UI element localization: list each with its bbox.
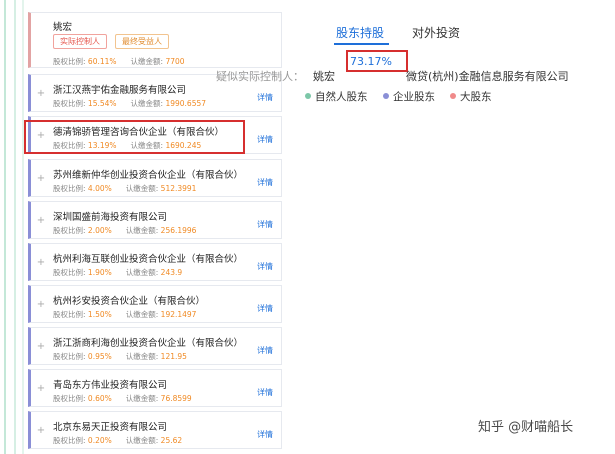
detail-link[interactable]: 详情 (257, 429, 273, 440)
tab-shareholding[interactable]: 股东持股 (336, 24, 384, 41)
share-ratio: 60.11% (87, 57, 117, 66)
detail-link[interactable]: 详情 (257, 345, 273, 356)
expand-icon[interactable]: + (36, 174, 46, 184)
share-ratio: 15.54% (87, 99, 117, 108)
expand-icon[interactable]: + (36, 131, 46, 141)
red-dot-icon (450, 93, 456, 99)
expand-icon[interactable]: + (36, 426, 46, 436)
shareholder-card[interactable]: + 杭州利海互联创业投资合伙企业（有限合伙） 股权比例: 1.90% 认缴金额: … (28, 243, 282, 281)
legend-enterprise: 企业股东 (383, 89, 435, 103)
shareholder-card[interactable]: + 杭州衫安投资合伙企业（有限合伙） 股权比例: 1.50% 认缴金额: 192.… (28, 285, 282, 323)
shareholder-meta: 股权比例: 0.95% 认缴金额: 121.95 (53, 352, 187, 361)
shareholder-name: 杭州衫安投资合伙企业（有限合伙） (53, 296, 206, 307)
expand-icon[interactable]: + (36, 384, 46, 394)
subscribed-amount: 243.9 (160, 268, 183, 277)
actual-controller-tag: 实际控制人 (53, 34, 107, 49)
shareholder-name: 德清锦骄管理咨询合伙企业（有限合伙） (53, 127, 225, 138)
shareholder-name: 北京东易天正投资有限公司 (53, 422, 168, 433)
shareholder-card[interactable]: + 北京东易天正投资有限公司 股权比例: 0.20% 认缴金额: 25.62 详情 (28, 411, 282, 449)
subscribed-amount: 256.1996 (160, 226, 197, 235)
detail-link[interactable]: 详情 (257, 219, 273, 230)
subscribed-amount: 1690.245 (165, 141, 202, 150)
share-ratio: 0.60% (87, 394, 112, 403)
shareholder-meta: 股权比例: 15.54% 认缴金额: 1990.6557 (53, 99, 207, 108)
detail-link[interactable]: 详情 (257, 177, 273, 188)
subscribed-amount: 121.95 (160, 352, 187, 361)
share-ratio: 1.90% (87, 268, 112, 277)
share-ratio: 0.95% (87, 352, 112, 361)
shareholder-name: 浙江汉燕宇佑金融服务有限公司 (53, 85, 187, 96)
expand-icon[interactable]: + (36, 300, 46, 310)
tree-connector (4, 0, 6, 454)
legend-major: 大股东 (450, 89, 492, 103)
shareholder-meta: 股权比例: 0.60% 认缴金额: 76.8599 (53, 394, 192, 403)
controller-percent: 73.17% (350, 55, 392, 68)
tab-investment[interactable]: 对外投资 (412, 24, 460, 41)
share-ratio: 0.20% (87, 436, 112, 445)
shareholder-name: 苏州维新仲华创业投资合伙企业（有限合伙） (53, 170, 244, 181)
expand-icon[interactable]: + (36, 258, 46, 268)
expand-icon[interactable]: + (36, 89, 46, 99)
shareholder-name: 青岛东方伟业投资有限公司 (53, 380, 168, 391)
tree-connector (14, 0, 16, 454)
green-dot-icon (305, 93, 311, 99)
subscribed-amount: 76.8599 (160, 394, 192, 403)
share-ratio: 4.00% (87, 184, 112, 193)
shareholder-name: 姚宏 (53, 22, 73, 33)
shareholder-name: 杭州利海互联创业投资合伙企业（有限合伙） (53, 254, 244, 265)
shareholder-meta: 股权比例: 13.19% 认缴金额: 1690.245 (53, 141, 202, 150)
expand-icon[interactable]: + (36, 216, 46, 226)
shareholder-card[interactable]: + 浙江浙商利海创业投资合伙企业（有限合伙） 股权比例: 0.95% 认缴金额: … (28, 327, 282, 365)
share-ratio: 13.19% (87, 141, 117, 150)
subscribed-amount: 7700 (165, 57, 185, 66)
shareholder-name: 深圳国盛前海投资有限公司 (53, 212, 168, 223)
share-ratio: 1.50% (87, 310, 112, 319)
ultimate-beneficiary-tag: 最终受益人 (115, 34, 169, 49)
purple-dot-icon (383, 93, 389, 99)
shareholder-meta: 股权比例: 4.00% 认缴金额: 512.3991 (53, 184, 197, 193)
detail-link[interactable]: 详情 (257, 303, 273, 314)
detail-link[interactable]: 详情 (257, 92, 273, 103)
shareholder-card[interactable]: + 深圳国盛前海投资有限公司 股权比例: 2.00% 认缴金额: 256.1996… (28, 201, 282, 239)
shareholder-name: 浙江浙商利海创业投资合伙企业（有限合伙） (53, 338, 244, 349)
subscribed-amount: 25.62 (160, 436, 183, 445)
controlled-company: 微贷(杭州)金融信息服务有限公司 (406, 70, 569, 83)
share-ratio: 2.00% (87, 226, 112, 235)
shareholder-card[interactable]: + 苏州维新仲华创业投资合伙企业（有限合伙） 股权比例: 4.00% 认缴金额: … (28, 159, 282, 197)
legend-natural-person: 自然人股东 (305, 89, 368, 103)
subscribed-amount: 1990.6557 (165, 99, 207, 108)
shareholder-card[interactable]: + 德清锦骄管理咨询合伙企业（有限合伙） 股权比例: 13.19% 认缴金额: 1… (28, 116, 282, 154)
shareholder-meta: 股权比例: 60.11% 认缴金额: 7700 (53, 57, 185, 66)
detail-link[interactable]: 详情 (257, 134, 273, 145)
shareholder-card[interactable]: + 青岛东方伟业投资有限公司 股权比例: 0.60% 认缴金额: 76.8599 … (28, 369, 282, 407)
shareholder-meta: 股权比例: 2.00% 认缴金额: 256.1996 (53, 226, 197, 235)
expand-icon[interactable]: + (36, 342, 46, 352)
suspected-controller-label: 疑似实际控制人： (216, 70, 304, 83)
detail-link[interactable]: 详情 (257, 261, 273, 272)
active-tab-underline (334, 43, 389, 45)
zhihu-watermark: 知乎 @财喵船长 (478, 420, 574, 435)
shareholder-meta: 股权比例: 0.20% 认缴金额: 25.62 (53, 436, 183, 445)
detail-link[interactable]: 详情 (257, 387, 273, 398)
subscribed-amount: 192.1497 (160, 310, 197, 319)
tree-connector (22, 0, 24, 454)
shareholder-card-top[interactable]: 姚宏 实际控制人 最终受益人 股权比例: 60.11% 认缴金额: 7700 (28, 12, 282, 68)
controller-name[interactable]: 姚宏 (313, 68, 335, 84)
shareholder-meta: 股权比例: 1.50% 认缴金额: 192.1497 (53, 310, 197, 319)
shareholder-meta: 股权比例: 1.90% 认缴金额: 243.9 (53, 268, 183, 277)
subscribed-amount: 512.3991 (160, 184, 197, 193)
